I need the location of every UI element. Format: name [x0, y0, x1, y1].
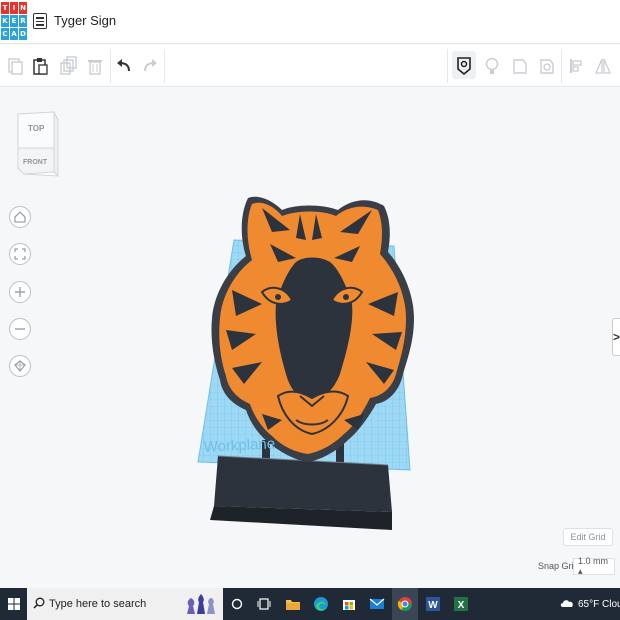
tinkercad-logo[interactable]: T I N K E R C A D — [1, 2, 27, 42]
logo-letter: K — [1, 15, 9, 27]
logo-letter: A — [10, 28, 18, 40]
redo-icon[interactable] — [138, 53, 162, 79]
viewcube-front-label: FRONT — [23, 159, 48, 166]
logo-letter: C — [1, 28, 9, 40]
logo-letter: I — [10, 2, 18, 14]
perspective-icon[interactable] — [9, 355, 31, 377]
logo-letter: N — [19, 2, 27, 14]
word-icon[interactable]: W — [422, 588, 444, 620]
copy-icon[interactable] — [3, 53, 27, 79]
cortana-icon[interactable] — [228, 588, 246, 620]
sign-base — [210, 455, 392, 530]
duplicate-icon[interactable] — [56, 53, 80, 79]
view-cube[interactable]: TOP FRONT — [16, 110, 60, 180]
logo-letter: E — [10, 15, 18, 27]
light-bulb-icon[interactable] — [480, 53, 504, 79]
shape-icon[interactable] — [508, 53, 532, 79]
zoom-in-icon[interactable] — [9, 281, 31, 303]
edit-toolbar — [0, 45, 620, 87]
edge-browser-icon[interactable] — [310, 588, 332, 620]
task-view-icon[interactable] — [254, 588, 274, 620]
zoom-out-icon[interactable] — [9, 318, 31, 340]
windows-taskbar: Type here to search W X 65°F Cloudy — [0, 588, 620, 620]
chess-pieces-icon — [183, 592, 219, 619]
align-icon[interactable] — [564, 53, 588, 79]
logo-letter: D — [19, 28, 27, 40]
design-title[interactable]: Tyger Sign — [54, 13, 116, 28]
undo-icon[interactable] — [112, 53, 136, 79]
paste-icon[interactable] — [28, 53, 52, 79]
cloud-icon — [560, 598, 574, 611]
search-placeholder: Type here to search — [49, 598, 147, 610]
hole-icon[interactable] — [535, 53, 559, 79]
logo-letter: T — [1, 2, 9, 14]
chrome-browser-icon[interactable] — [392, 588, 418, 620]
excel-icon[interactable]: X — [450, 588, 472, 620]
microsoft-store-icon[interactable] — [338, 588, 360, 620]
mirror-icon[interactable] — [591, 53, 615, 79]
svg-text:W: W — [428, 600, 438, 611]
viewcube-top-label: TOP — [28, 124, 45, 133]
weather-text: 65°F Cloudy — [578, 598, 620, 610]
snap-grid-select[interactable]: 1.0 mm ▴ — [573, 556, 615, 576]
taskbar-search-input[interactable]: Type here to search — [27, 588, 223, 620]
notes-icon[interactable] — [452, 51, 476, 79]
home-view-icon[interactable] — [9, 206, 31, 228]
search-icon — [33, 597, 45, 612]
edit-grid-button[interactable]: Edit Grid — [563, 528, 613, 546]
fit-view-icon[interactable] — [9, 243, 31, 265]
windows-start-icon[interactable] — [0, 588, 27, 620]
weather-widget[interactable]: 65°F Cloudy — [560, 588, 620, 620]
workplane-scene[interactable]: Workplane — [190, 190, 430, 535]
design-menu-icon[interactable] — [33, 13, 47, 29]
panel-toggle-tab[interactable]: > — [612, 318, 620, 356]
logo-letter: R — [19, 15, 27, 27]
app-header: T I N K E R C A D Tyger Sign — [0, 0, 620, 44]
svg-text:X: X — [458, 600, 465, 611]
mail-icon[interactable] — [366, 588, 388, 620]
file-explorer-icon[interactable] — [282, 588, 304, 620]
delete-icon[interactable] — [83, 53, 107, 79]
